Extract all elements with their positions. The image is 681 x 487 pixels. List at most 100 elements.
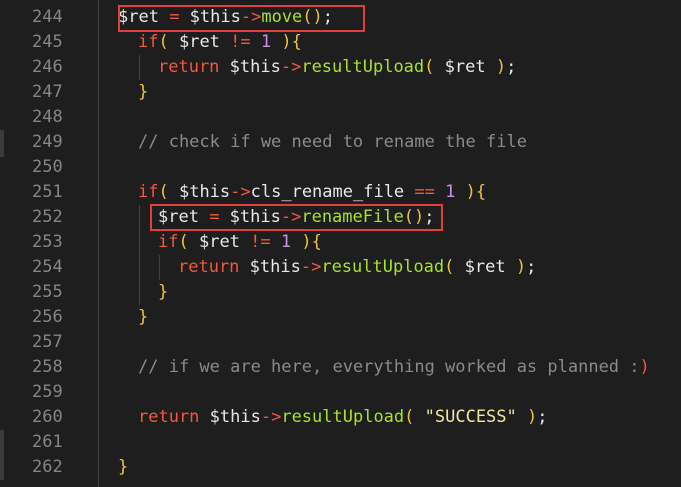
code-token: ( [158, 32, 179, 52]
line-number: 260 [32, 407, 63, 427]
code-token: ( [424, 57, 445, 77]
code-token: if [138, 182, 159, 202]
code-token: ; [506, 57, 517, 77]
line-code: } [138, 305, 148, 330]
code-line[interactable]: 248 [0, 105, 681, 130]
code-line[interactable]: 255} [0, 280, 681, 305]
code-line[interactable]: 251 if( $this->cls_rename_file == 1 ){ [0, 180, 681, 205]
code-token: -> [230, 182, 251, 202]
line-code: if( $ret != 1 ){ [138, 30, 302, 55]
highlight-box-rename [150, 204, 443, 231]
line-number: 251 [32, 182, 63, 202]
code-token: -> [300, 257, 322, 277]
line-number: 244 [32, 7, 63, 27]
line-number: 252 [32, 207, 63, 227]
code-token: $ret [444, 57, 496, 77]
line-number: 246 [32, 57, 63, 77]
code-token: ){ [291, 232, 322, 252]
line-code: return $this->resultUpload( "SUCCESS" ); [138, 405, 548, 430]
code-token: ( [178, 232, 199, 252]
line-code: } [158, 280, 168, 305]
line-code: // check if we need to rename the file [138, 130, 527, 155]
line-number: 250 [32, 157, 63, 177]
code-token: return [158, 57, 230, 77]
line-number: 261 [32, 432, 63, 452]
code-line[interactable]: 247} [0, 80, 681, 105]
code-token: "SUCCESS" [424, 407, 527, 427]
code-token: return [178, 257, 250, 277]
code-editor[interactable]: 244 $ret = $this->move(); 245 if( $ret != 1… [0, 0, 681, 487]
line-number: 262 [32, 457, 63, 477]
code-token: ) [527, 407, 538, 427]
code-line[interactable]: 253 if( $ret != 1 ){ [0, 230, 681, 255]
code-line[interactable]: 261 [0, 430, 681, 455]
code-token: $this [209, 407, 261, 427]
code-token: $this [249, 257, 301, 277]
line-code: return $this->resultUpload( $ret ); [178, 255, 536, 280]
code-line[interactable]: 256} [0, 305, 681, 330]
code-token: } [138, 82, 149, 102]
code-token: if [158, 232, 179, 252]
code-line[interactable]: 260 return $this->resultUpload( "SUCCESS"… [0, 405, 681, 430]
line-number: 254 [32, 257, 63, 277]
code-line[interactable]: 259 [0, 380, 681, 405]
code-token: // check if we need to rename the file [138, 132, 527, 152]
code-token: != [230, 32, 251, 52]
code-token: ; [526, 257, 537, 277]
code-token: $this [229, 57, 281, 77]
code-token: ( [444, 257, 465, 277]
code-token: ) [515, 257, 527, 277]
code-token: 1 [270, 232, 292, 252]
code-line[interactable]: 246 return $this->resultUpload( $ret ); [0, 55, 681, 80]
code-line[interactable]: 254 return $this->resultUpload( $ret ); [0, 255, 681, 280]
code-line[interactable]: 262} [0, 455, 681, 480]
code-token: $ret [464, 257, 516, 277]
code-token: resultUpload [321, 257, 445, 277]
code-token: -> [280, 57, 302, 77]
line-number: 258 [32, 357, 63, 377]
code-line[interactable]: 258 // if we are here, everything worked … [0, 355, 681, 380]
code-token: } [158, 282, 169, 302]
line-code: } [138, 80, 148, 105]
code-token: ( [404, 407, 425, 427]
code-token: $this [178, 182, 231, 202]
line-number: 247 [32, 82, 63, 102]
code-token: ) [495, 57, 507, 77]
code-token: } [118, 457, 129, 477]
line-code: } [118, 455, 128, 480]
line-code: if( $this->cls_rename_file == 1 ){ [138, 180, 486, 205]
code-line[interactable]: 250 [0, 155, 681, 180]
code-token: 1 [250, 32, 272, 52]
line-number: 259 [32, 382, 63, 402]
code-token: // if we are here, everything worked as … [138, 357, 640, 377]
line-number: 248 [32, 107, 63, 127]
code-token: return [138, 407, 210, 427]
code-token: != [250, 232, 271, 252]
code-token: cls_rename_file [250, 182, 415, 202]
code-token: resultUpload [281, 407, 405, 427]
line-number: 245 [32, 32, 63, 52]
code-token: if [138, 32, 159, 52]
code-token: ( [158, 182, 179, 202]
line-code: // if we are here, everything worked as … [138, 355, 650, 380]
code-token: ){ [271, 32, 302, 52]
code-token: $ret [198, 232, 251, 252]
code-line[interactable]: 245 if( $ret != 1 ){ [0, 30, 681, 55]
code-token: ) [639, 357, 650, 377]
line-code: if( $ret != 1 ){ [158, 230, 322, 255]
code-token: $ret [178, 32, 231, 52]
line-number: 256 [32, 307, 63, 327]
code-token: } [138, 307, 149, 327]
code-token: == [414, 182, 435, 202]
line-code: return $this->resultUpload( $ret ); [158, 55, 516, 80]
code-token: -> [260, 407, 282, 427]
code-token: ){ [455, 182, 487, 202]
line-number: 253 [32, 232, 63, 252]
line-number: 257 [32, 332, 63, 352]
code-line[interactable]: 249 // check if we need to rename the fil… [0, 130, 681, 155]
highlight-box-move [118, 5, 365, 32]
line-number: 249 [32, 132, 63, 152]
code-token: 1 [434, 182, 456, 202]
code-line[interactable]: 257 [0, 330, 681, 355]
code-token: ; [537, 407, 548, 427]
